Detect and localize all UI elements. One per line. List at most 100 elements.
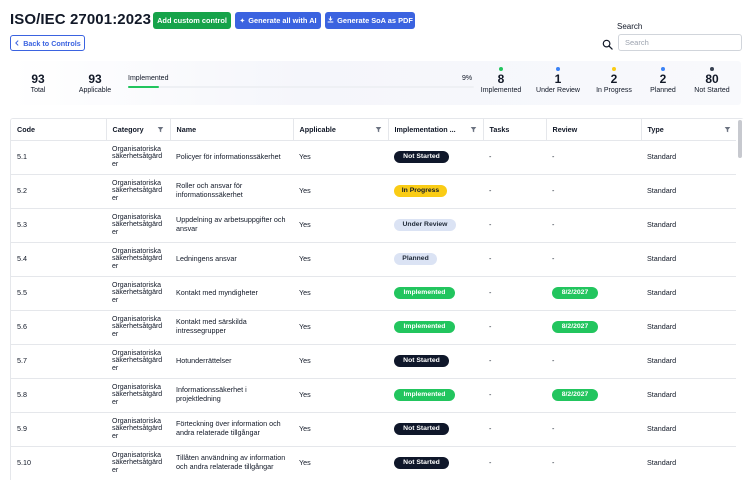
filter-icon[interactable] <box>157 126 164 133</box>
status-badge[interactable]: Not Started <box>394 423 449 435</box>
table-row[interactable]: 5.6 Organisatoriska säkerhetsåtgärd er Kon… <box>11 310 737 345</box>
add-custom-control-button[interactable]: Add custom control <box>153 12 231 29</box>
column-header-review[interactable]: Review <box>546 119 642 141</box>
table-scrollbar-thumb[interactable] <box>738 120 742 158</box>
chevron-left-icon <box>14 39 20 48</box>
table-row[interactable]: 5.4 Organisatoriska säkerhetsåtgärd er Led… <box>11 242 737 277</box>
status-count: 2 <box>610 72 618 86</box>
status-label: Planned <box>650 87 676 94</box>
filter-icon[interactable] <box>724 126 731 133</box>
status-dot <box>612 67 616 71</box>
column-header-implementation[interactable]: Implementation ... <box>388 119 484 141</box>
status-badge[interactable]: Not Started <box>394 355 449 367</box>
cell-name: Informationssäkerhet i projektledning <box>170 378 293 413</box>
cell-applicable: Yes <box>293 174 388 209</box>
implemented-progress-label: Implemented <box>128 75 169 82</box>
search-icon <box>602 37 613 50</box>
cell-review: - <box>546 412 641 447</box>
cell-applicable: Yes <box>293 242 388 277</box>
status-badge[interactable]: In Progress <box>394 185 447 197</box>
cell-applicable: Yes <box>293 344 388 379</box>
cell-type: Standard <box>641 412 737 447</box>
cell-implementation: Not Started <box>388 140 483 175</box>
column-header-category[interactable]: Category <box>106 119 171 141</box>
generate-soa-pdf-button[interactable]: Generate SoA as PDF <box>325 12 415 29</box>
review-date-badge: 8/2/2027 <box>552 389 598 401</box>
filter-icon[interactable] <box>470 126 477 133</box>
column-header-tasks[interactable]: Tasks <box>483 119 547 141</box>
table-row[interactable]: 5.9 Organisatoriska säkerhetsåtgärd er För… <box>11 412 737 447</box>
cell-applicable: Yes <box>293 140 388 175</box>
review-value: - <box>552 423 555 433</box>
cell-code: 5.2 <box>11 174 106 209</box>
table-row[interactable]: 5.2 Organisatoriska säkerhetsåtgärd er Rol… <box>11 174 737 209</box>
cell-type: Standard <box>641 242 737 277</box>
back-to-controls-label: Back to Controls <box>23 38 81 48</box>
cell-applicable: Yes <box>293 378 388 413</box>
cell-type: Standard <box>641 140 737 175</box>
stat-total: 93 Total <box>28 72 48 96</box>
status-count: 80 <box>705 72 719 86</box>
cell-tasks: - <box>483 310 546 345</box>
cell-implementation: Not Started <box>388 446 483 480</box>
status-label: Not Started <box>694 87 730 94</box>
status-badge[interactable]: Under Review <box>394 219 456 231</box>
cell-name: Kontakt med särskilda intressegrupper <box>170 310 293 345</box>
column-header-code[interactable]: Code <box>11 119 107 141</box>
search-input[interactable] <box>618 34 742 51</box>
column-header-label: Review <box>552 124 578 134</box>
cell-applicable: Yes <box>293 208 388 243</box>
add-custom-control-label: Add custom control <box>157 16 227 25</box>
cell-tasks: - <box>483 378 546 413</box>
cell-implementation: Not Started <box>388 412 483 447</box>
filter-icon[interactable] <box>375 126 382 133</box>
cell-tasks: - <box>483 344 546 379</box>
status-badge[interactable]: Implemented <box>394 389 455 401</box>
stat-total-label: Total <box>30 87 46 94</box>
table-header-row: Code Category Name Applicable Implementa… <box>11 119 737 141</box>
cell-code: 5.5 <box>11 276 106 311</box>
generate-all-ai-button[interactable]: ✦ Generate all with AI <box>235 12 321 29</box>
table-scrollbar[interactable] <box>736 119 744 480</box>
status-badge[interactable]: Planned <box>394 253 437 265</box>
column-header-type[interactable]: Type <box>641 119 737 141</box>
back-to-controls-button[interactable]: Back to Controls <box>10 35 85 51</box>
status-count: 2 <box>659 72 667 86</box>
cell-applicable: Yes <box>293 412 388 447</box>
generate-soa-pdf-label: Generate SoA as PDF <box>337 16 413 25</box>
status-badge[interactable]: Not Started <box>394 151 449 163</box>
column-header-applicable[interactable]: Applicable <box>293 119 389 141</box>
cell-name: Ledningens ansvar <box>170 242 293 277</box>
implemented-progress-bar <box>128 86 474 88</box>
cell-category: Organisatoriska säkerhetsåtgärd er <box>106 174 170 209</box>
table-row[interactable]: 5.3 Organisatoriska säkerhetsåtgärd er Upp… <box>11 208 737 243</box>
review-value: - <box>552 219 555 229</box>
column-header-name[interactable]: Name <box>170 119 294 141</box>
status-badge[interactable]: Implemented <box>394 321 455 333</box>
status-badge[interactable]: Implemented <box>394 287 455 299</box>
cell-review: - <box>546 208 641 243</box>
cell-name: Roller och ansvar för informationssäkerh… <box>170 174 293 209</box>
cell-review: 8/2/2027 <box>546 276 641 311</box>
cell-category: Organisatoriska säkerhetsåtgärd er <box>106 378 170 413</box>
review-date-badge: 8/2/2027 <box>552 287 598 299</box>
cell-type: Standard <box>641 208 737 243</box>
table-row[interactable]: 5.1 Organisatoriska säkerhetsåtgärd er Pol… <box>11 140 737 175</box>
review-value: - <box>552 457 555 467</box>
table-row[interactable]: 5.5 Organisatoriska säkerhetsåtgärd er Kon… <box>11 276 737 311</box>
cell-implementation: Implemented <box>388 276 483 311</box>
cell-applicable: Yes <box>293 446 388 480</box>
status-dot <box>661 67 665 71</box>
table-row[interactable]: 5.7 Organisatoriska säkerhetsåtgärd er Hot… <box>11 344 737 379</box>
cell-name: Uppdelning av arbetsuppgifter och ansvar <box>170 208 293 243</box>
stats-panel: 93 Total 93 Applicable Implemented 9% 8 … <box>10 61 741 105</box>
status-stat-implemented: 8 Implemented <box>479 67 523 96</box>
cell-category: Organisatoriska säkerhetsåtgärd er <box>106 208 170 243</box>
cell-review: - <box>546 344 641 379</box>
cell-name: Förteckning över information och andra r… <box>170 412 293 447</box>
cell-implementation: In Progress <box>388 174 483 209</box>
table-row[interactable]: 5.8 Organisatoriska säkerhetsåtgärd er Inf… <box>11 378 737 413</box>
status-badge[interactable]: Not Started <box>394 457 449 469</box>
table-row[interactable]: 5.10 Organisatoriska säkerhetsåtgärd er Ti… <box>11 446 737 480</box>
stat-applicable: 93 Applicable <box>70 72 120 96</box>
